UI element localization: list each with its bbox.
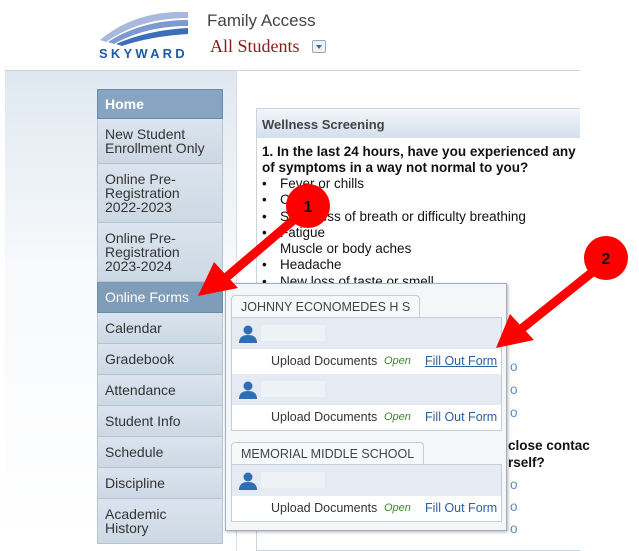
form-actions: Upload Documents Open Fill Out Form [232, 405, 501, 430]
symptom: Fever or chills [262, 176, 580, 192]
symptom: Shortness of breath or difficulty breath… [262, 209, 580, 225]
no-option[interactable]: o [510, 359, 518, 374]
no-option[interactable]: o [510, 382, 518, 397]
question-fragment: close contac [508, 438, 590, 453]
app-title: Family Access [207, 11, 316, 30]
student-row [232, 374, 501, 405]
symptom: Cough [262, 192, 580, 208]
upload-documents-link[interactable]: Upload Documents [271, 501, 377, 515]
user-icon [239, 381, 257, 399]
skyward-logo: SKYWARD [99, 11, 188, 60]
panel-title: Wellness Screening [257, 109, 580, 138]
status-badge: Open [384, 355, 411, 367]
no-option[interactable]: o [510, 499, 518, 514]
form-actions: Upload Documents Open Fill Out Form [232, 496, 501, 521]
student-name-redacted [261, 381, 325, 397]
chevron-down-icon[interactable] [312, 40, 326, 53]
no-option[interactable]: o [510, 405, 518, 420]
nav-schedule[interactable]: Schedule [97, 437, 223, 468]
symptom: Headache [262, 257, 580, 273]
header: SKYWARD Family Access All Students [0, 0, 639, 70]
nav-pre-registration-2023[interactable]: Online Pre-Registration 2023-2024 [97, 223, 223, 282]
upload-documents-link[interactable]: Upload Documents [271, 354, 377, 368]
nav-academic-history[interactable]: Academic History [97, 499, 223, 544]
upload-documents-link[interactable]: Upload Documents [271, 410, 377, 424]
nav-discipline[interactable]: Discipline [97, 468, 223, 499]
online-forms-popup: JOHNNY ECONOMEDES H S Upload Documents O… [225, 283, 507, 531]
nav-pre-registration-2022[interactable]: Online Pre-Registration 2022-2023 [97, 164, 223, 223]
symptom: Fatigue [262, 225, 580, 241]
school-tab: JOHNNY ECONOMEDES H S [231, 295, 421, 317]
nav-attendance[interactable]: Attendance [97, 375, 223, 406]
status-badge: Open [384, 411, 411, 423]
school-tab: MEMORIAL MIDDLE SCHOOL [231, 442, 425, 464]
nav-gradebook[interactable]: Gradebook [97, 344, 223, 375]
school-box: Upload Documents Open Fill Out Form [231, 464, 502, 522]
no-option[interactable]: o [510, 521, 518, 536]
student-row [232, 465, 501, 496]
user-icon [239, 472, 257, 490]
svg-text:SKYWARD: SKYWARD [99, 46, 188, 60]
nav-home[interactable]: Home [97, 89, 223, 119]
school-box: Upload Documents Open Fill Out Form Uplo… [231, 317, 502, 431]
status-badge: Open [384, 502, 411, 514]
question-fragment: rself? [508, 455, 545, 470]
user-icon [239, 325, 257, 343]
student-name-redacted [261, 325, 325, 341]
fill-out-form-link[interactable]: Fill Out Form [425, 354, 497, 368]
symptom: Muscle or body aches [262, 241, 580, 257]
nav-online-forms[interactable]: Online Forms [97, 282, 223, 313]
symptom-list: Fever or chills Cough Shortness of breat… [257, 176, 580, 290]
form-actions: Upload Documents Open Fill Out Form [232, 349, 501, 374]
nav-calendar[interactable]: Calendar [97, 313, 223, 344]
no-option[interactable]: o [510, 477, 518, 492]
fill-out-form-link[interactable]: Fill Out Form [425, 410, 497, 424]
student-selector[interactable]: All Students [210, 36, 300, 57]
step-number: 2 [602, 251, 611, 268]
sidebar-nav: Home New Student Enrollment Only Online … [97, 89, 223, 544]
student-row [232, 318, 501, 349]
fill-out-form-link[interactable]: Fill Out Form [425, 501, 497, 515]
nav-new-student-enrollment[interactable]: New Student Enrollment Only [97, 119, 223, 164]
step-marker-2 [584, 236, 628, 280]
student-name-redacted [261, 472, 325, 488]
nav-student-info[interactable]: Student Info [97, 406, 223, 437]
question-1: 1. In the last 24 hours, have you experi… [262, 144, 576, 175]
